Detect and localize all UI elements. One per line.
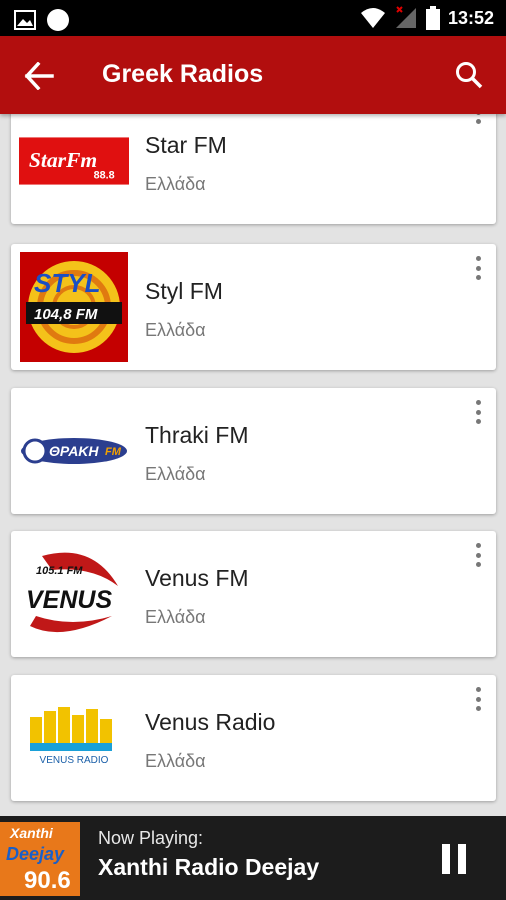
station-name: Venus Radio bbox=[145, 709, 276, 735]
logo-text: STYL bbox=[34, 268, 100, 298]
now-playing-bar[interactable]: Xanthi Deejay 90.6 Now Playing: Xanthi R… bbox=[0, 816, 506, 900]
station-country: Ελλάδα bbox=[145, 607, 206, 627]
station-country: Ελλάδα bbox=[145, 751, 206, 771]
more-options-icon[interactable] bbox=[474, 256, 482, 280]
star-fm-logo: StarFm 88.8 bbox=[19, 137, 129, 185]
station-logo: ΘΡΑΚΗ FM bbox=[19, 396, 129, 506]
pause-icon[interactable] bbox=[440, 842, 468, 876]
wifi-icon bbox=[360, 8, 385, 28]
logo-sub: FM bbox=[105, 446, 122, 458]
logo-text: VENUS bbox=[26, 586, 112, 614]
logo-sub: 104,8 FM bbox=[34, 306, 98, 323]
logo-num: 90.6 bbox=[24, 867, 71, 894]
logo-mid: Deejay bbox=[6, 844, 65, 864]
station-logo: STYL 104,8 FM bbox=[19, 252, 129, 362]
search-icon[interactable] bbox=[454, 60, 484, 90]
venus-radio-logo: VENUS RADIO bbox=[30, 707, 112, 766]
styl-fm-logo: STYL 104,8 FM bbox=[20, 252, 128, 362]
station-card-venus-fm[interactable]: 105.1 FM VENUS Venus FM Ελλάδα bbox=[11, 531, 496, 657]
signal-icon bbox=[395, 6, 416, 28]
more-options-icon[interactable] bbox=[474, 543, 482, 567]
more-options-icon[interactable] bbox=[474, 114, 482, 124]
logo-text: StarFm bbox=[29, 148, 97, 172]
logo-sub: 88.8 bbox=[94, 170, 115, 182]
page-title: Greek Radios bbox=[102, 60, 264, 88]
station-country: Ελλάδα bbox=[145, 464, 206, 484]
thraki-fm-logo: ΘΡΑΚΗ FM bbox=[21, 438, 127, 464]
gallery-icon bbox=[14, 10, 36, 30]
app-bar: Greek Radios bbox=[0, 36, 506, 114]
back-arrow-icon[interactable] bbox=[24, 62, 54, 90]
station-logo: VENUS RADIO bbox=[19, 683, 129, 793]
station-card-star-fm[interactable]: StarFm 88.8 Star FM Ελλάδα bbox=[11, 114, 496, 224]
station-logo: 105.1 FM VENUS bbox=[19, 539, 129, 649]
station-list[interactable]: StarFm 88.8 Star FM Ελλάδα STYL 104,8 FM… bbox=[0, 114, 506, 816]
station-name: Thraki FM bbox=[145, 422, 249, 448]
status-time: 13:52 bbox=[447, 7, 494, 28]
logo-text: ΘΡΑΚΗ bbox=[49, 443, 99, 459]
notification-circle-icon bbox=[47, 9, 69, 31]
station-card-thraki-fm[interactable]: ΘΡΑΚΗ FM Thraki FM Ελλάδα bbox=[11, 388, 496, 514]
now-playing-logo: Xanthi Deejay 90.6 bbox=[0, 822, 80, 896]
logo-sub: 105.1 FM bbox=[36, 565, 83, 577]
station-name: Star FM bbox=[145, 132, 227, 158]
logo-text: VENUS RADIO bbox=[40, 755, 109, 766]
venus-fm-logo: 105.1 FM VENUS bbox=[26, 552, 118, 633]
station-card-styl-fm[interactable]: STYL 104,8 FM Styl FM Ελλάδα bbox=[11, 244, 496, 370]
battery-icon bbox=[425, 6, 440, 30]
more-options-icon[interactable] bbox=[474, 400, 482, 424]
status-bar: 13:52 bbox=[0, 0, 506, 36]
more-options-icon[interactable] bbox=[474, 687, 482, 711]
now-playing-label: Now Playing: bbox=[98, 828, 204, 848]
station-name: Styl FM bbox=[145, 278, 223, 304]
station-name: Venus FM bbox=[145, 565, 249, 591]
station-card-venus-radio[interactable]: VENUS RADIO Venus Radio Ελλάδα bbox=[11, 675, 496, 801]
station-country: Ελλάδα bbox=[145, 320, 206, 340]
station-logo: StarFm 88.8 bbox=[19, 114, 129, 216]
station-country: Ελλάδα bbox=[145, 174, 206, 194]
now-playing-station: Xanthi Radio Deejay bbox=[98, 854, 320, 880]
logo-top: Xanthi bbox=[9, 825, 54, 841]
